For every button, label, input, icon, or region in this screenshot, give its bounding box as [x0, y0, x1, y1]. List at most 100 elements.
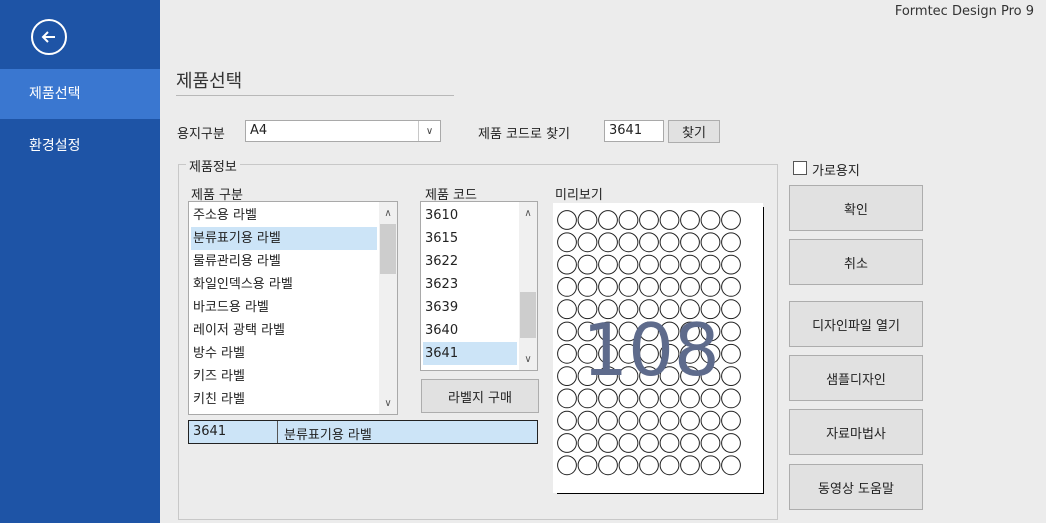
- list-item[interactable]: 3623: [423, 273, 517, 296]
- scroll-thumb[interactable]: [380, 224, 396, 274]
- label-cell: [618, 455, 639, 476]
- label-cell: [721, 254, 741, 275]
- category-scrollbar[interactable]: ∧ ∨: [379, 202, 397, 414]
- label-cell: [577, 455, 598, 476]
- list-item[interactable]: 3639: [423, 296, 517, 319]
- scroll-down-icon[interactable]: ∨: [519, 350, 537, 368]
- paper-type-value: A4: [250, 123, 268, 138]
- label-cell: [618, 410, 639, 431]
- label-cell: [639, 410, 659, 431]
- scroll-thumb[interactable]: [520, 292, 536, 338]
- label-preview-canvas: 108: [557, 210, 741, 476]
- sidebar: 제품선택 환경설정: [0, 0, 160, 523]
- label-cell: [598, 210, 618, 230]
- label-count: 108: [582, 308, 719, 392]
- code-search-value: 3641: [609, 123, 643, 138]
- scroll-up-icon[interactable]: ∧: [519, 204, 537, 222]
- label-cell: [659, 232, 680, 253]
- label-cell: [598, 433, 618, 453]
- label-cell: [680, 433, 700, 453]
- list-item[interactable]: 레이저 광택 라벨: [191, 319, 377, 342]
- list-item[interactable]: 화일인덱스용 라벨: [191, 273, 377, 296]
- list-item-selected[interactable]: 분류표기용 라벨: [191, 227, 377, 250]
- label-cell: [557, 299, 577, 320]
- label-cell: [659, 433, 680, 453]
- cancel-button[interactable]: 취소: [789, 239, 923, 285]
- label-cell: [721, 366, 741, 387]
- paper-type-select[interactable]: A4 ∨: [245, 120, 441, 142]
- label-cell: [700, 410, 721, 431]
- label-cell: [618, 232, 639, 253]
- label-cell: [659, 254, 680, 275]
- code-scrollbar[interactable]: ∧ ∨: [519, 202, 537, 370]
- landscape-checkbox[interactable]: [793, 161, 807, 175]
- scroll-down-icon[interactable]: ∨: [379, 394, 397, 412]
- label-cell: [659, 455, 680, 476]
- sidebar-item-settings[interactable]: 환경설정: [0, 121, 160, 171]
- list-item[interactable]: 방수 라벨: [191, 342, 377, 365]
- search-button[interactable]: 찾기: [668, 120, 720, 143]
- buy-label-paper-button[interactable]: 라벨지 구매: [421, 379, 539, 413]
- label-cell: [639, 433, 659, 453]
- label-cell: [721, 410, 741, 431]
- label-cell: [721, 299, 741, 320]
- label-cell: [721, 455, 741, 476]
- label-cell: [659, 277, 680, 297]
- list-item[interactable]: 주소용 라벨: [191, 204, 377, 227]
- list-item[interactable]: 3622: [423, 250, 517, 273]
- label-cell: [618, 254, 639, 275]
- app-title: Formtec Design Pro 9: [894, 4, 1034, 19]
- open-design-file-button[interactable]: 디자인파일 열기: [789, 301, 923, 347]
- label-cell: [639, 455, 659, 476]
- label-cell: [680, 277, 700, 297]
- label-cell: [721, 277, 741, 297]
- list-item[interactable]: 3610: [423, 204, 517, 227]
- label-cell: [557, 433, 577, 453]
- label-preview: 108: [553, 203, 763, 493]
- landscape-label: 가로용지: [812, 164, 860, 179]
- category-list[interactable]: 주소용 라벨 분류표기용 라벨 물류관리용 라벨 화일인덱스용 라벨 바코드용 …: [188, 201, 398, 415]
- label-cell: [557, 343, 577, 364]
- back-button[interactable]: [31, 19, 67, 55]
- label-cell: [680, 232, 700, 253]
- sample-design-button[interactable]: 샘플디자인: [789, 355, 923, 401]
- list-item[interactable]: 키친 라벨: [191, 388, 377, 411]
- code-search-label: 제품 코드로 찾기: [478, 127, 570, 142]
- list-item[interactable]: 3615: [423, 227, 517, 250]
- data-wizard-button[interactable]: 자료마법사: [789, 409, 923, 455]
- sidebar-item-product-select[interactable]: 제품선택: [0, 69, 160, 119]
- paper-type-label: 용지구분: [177, 127, 225, 142]
- label-cell: [721, 433, 741, 453]
- result-divider: [277, 421, 278, 443]
- label-cell: [721, 343, 741, 364]
- label-cell: [680, 210, 700, 230]
- list-item[interactable]: 물류관리용 라벨: [191, 250, 377, 273]
- label-cell: [659, 410, 680, 431]
- label-cell: [618, 210, 639, 230]
- label-cell: [639, 277, 659, 297]
- selection-result: 3641 분류표기용 라벨: [188, 420, 538, 444]
- list-item[interactable]: 키즈 라벨: [191, 365, 377, 388]
- label-cell: [700, 433, 721, 453]
- chevron-down-icon[interactable]: ∨: [418, 121, 440, 141]
- scroll-up-icon[interactable]: ∧: [379, 204, 397, 222]
- label-cell: [577, 254, 598, 275]
- label-cell: [557, 254, 577, 275]
- label-cell: [598, 455, 618, 476]
- label-cell: [577, 210, 598, 230]
- code-search-input[interactable]: 3641: [604, 120, 664, 142]
- label-cell: [598, 410, 618, 431]
- label-cell: [577, 277, 598, 297]
- confirm-button[interactable]: 확인: [789, 185, 923, 231]
- code-list[interactable]: 3610 3615 3622 3623 3639 3640 3641 ∧ ∨: [420, 201, 538, 371]
- label-cell: [639, 254, 659, 275]
- list-item-selected[interactable]: 3641: [423, 342, 517, 365]
- list-item[interactable]: 바코드용 라벨: [191, 296, 377, 319]
- label-cell: [577, 433, 598, 453]
- page-title: 제품선택: [176, 71, 243, 92]
- result-code: 3641: [193, 424, 227, 439]
- label-cell: [557, 232, 577, 253]
- video-help-button[interactable]: 동영상 도움말: [789, 464, 923, 510]
- label-cell: [659, 210, 680, 230]
- list-item[interactable]: 3640: [423, 319, 517, 342]
